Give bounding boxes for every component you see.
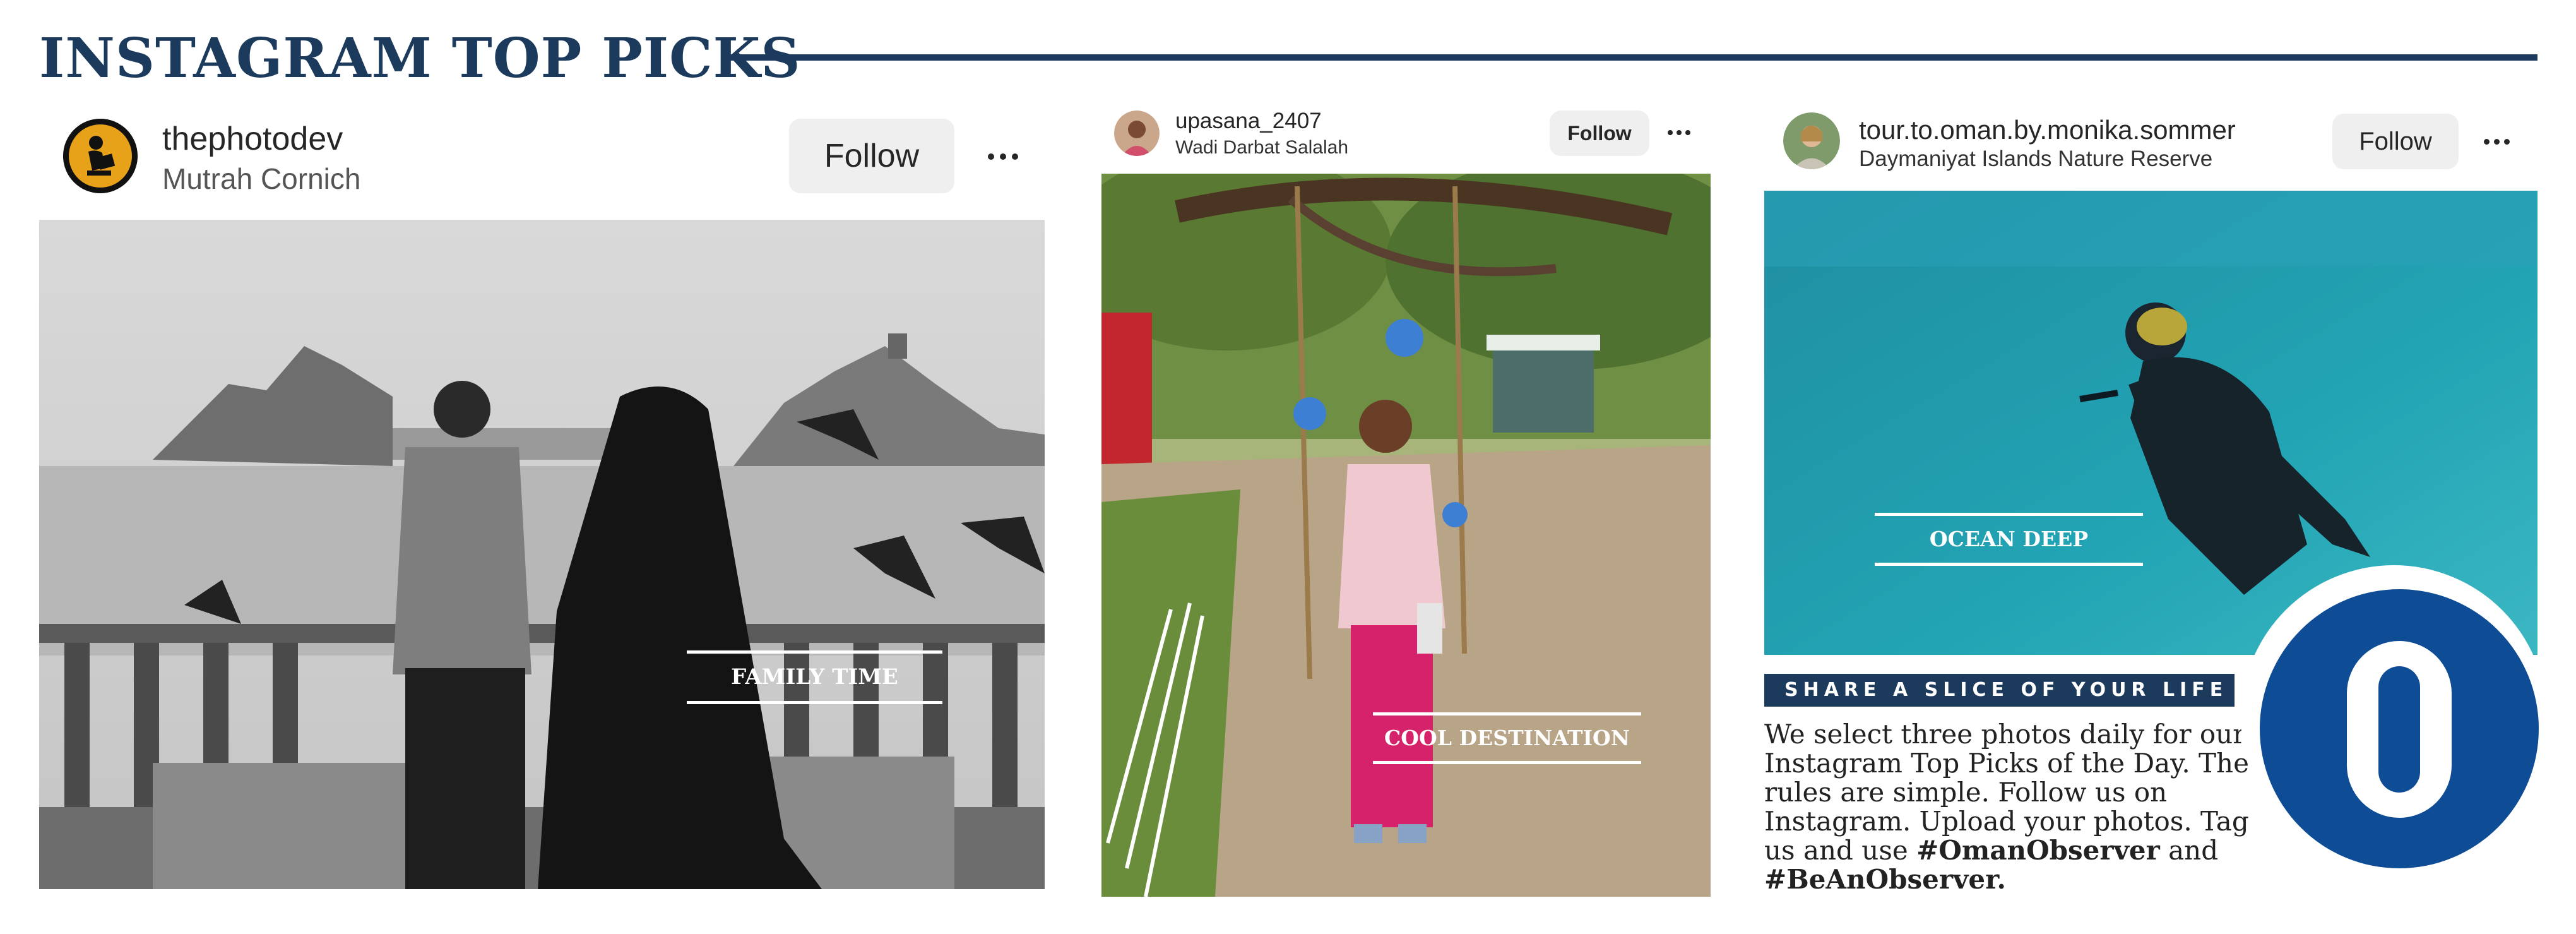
- photo-caption: FAMILY TIME: [687, 650, 942, 704]
- username[interactable]: thephotodev: [162, 120, 343, 158]
- portrait-avatar: [1783, 112, 1840, 169]
- portrait-avatar: [1114, 111, 1160, 156]
- avatar[interactable]: [63, 119, 138, 193]
- avatar[interactable]: [1114, 111, 1160, 156]
- page-title: INSTAGRAM TOP PICKS: [39, 27, 801, 90]
- share-and: and: [2168, 835, 2219, 866]
- location-label[interactable]: Daymaniyat Islands Nature Reserve: [1859, 147, 2212, 172]
- hashtag-oman-observer[interactable]: #OmanObserver: [1916, 835, 2160, 866]
- username[interactable]: tour.to.oman.by.monika.sommer: [1859, 115, 2236, 145]
- title-rule: [726, 54, 2537, 61]
- follow-button[interactable]: Follow: [2332, 114, 2459, 169]
- follow-button[interactable]: Follow: [789, 119, 954, 193]
- reader-silhouette-icon: [63, 119, 138, 193]
- location-label[interactable]: Mutrah Cornich: [162, 162, 360, 196]
- photo-caption: COOL DESTINATION: [1373, 712, 1641, 764]
- username[interactable]: upasana_2407: [1175, 109, 1322, 134]
- letter-o-icon: [2347, 641, 2452, 818]
- post-photo[interactable]: [1101, 174, 1711, 897]
- photo-caption: OCEAN DEEP: [1875, 513, 2143, 566]
- share-description: We select three photos daily for our Ins…: [1764, 720, 2269, 894]
- more-options-icon[interactable]: [2484, 139, 2510, 145]
- hashtag-be-an-observer[interactable]: #BeAnObserver.: [1764, 864, 2006, 895]
- follow-button[interactable]: Follow: [1550, 111, 1649, 156]
- location-label[interactable]: Wadi Darbat Salalah: [1175, 137, 1348, 159]
- post-photo[interactable]: [39, 220, 1045, 889]
- oman-observer-logo: [2260, 589, 2539, 868]
- more-options-icon[interactable]: [1668, 130, 1690, 135]
- avatar[interactable]: [1783, 112, 1840, 169]
- more-options-icon[interactable]: [988, 153, 1018, 160]
- share-heading: SHARE A SLICE OF YOUR LIFE: [1764, 674, 2235, 707]
